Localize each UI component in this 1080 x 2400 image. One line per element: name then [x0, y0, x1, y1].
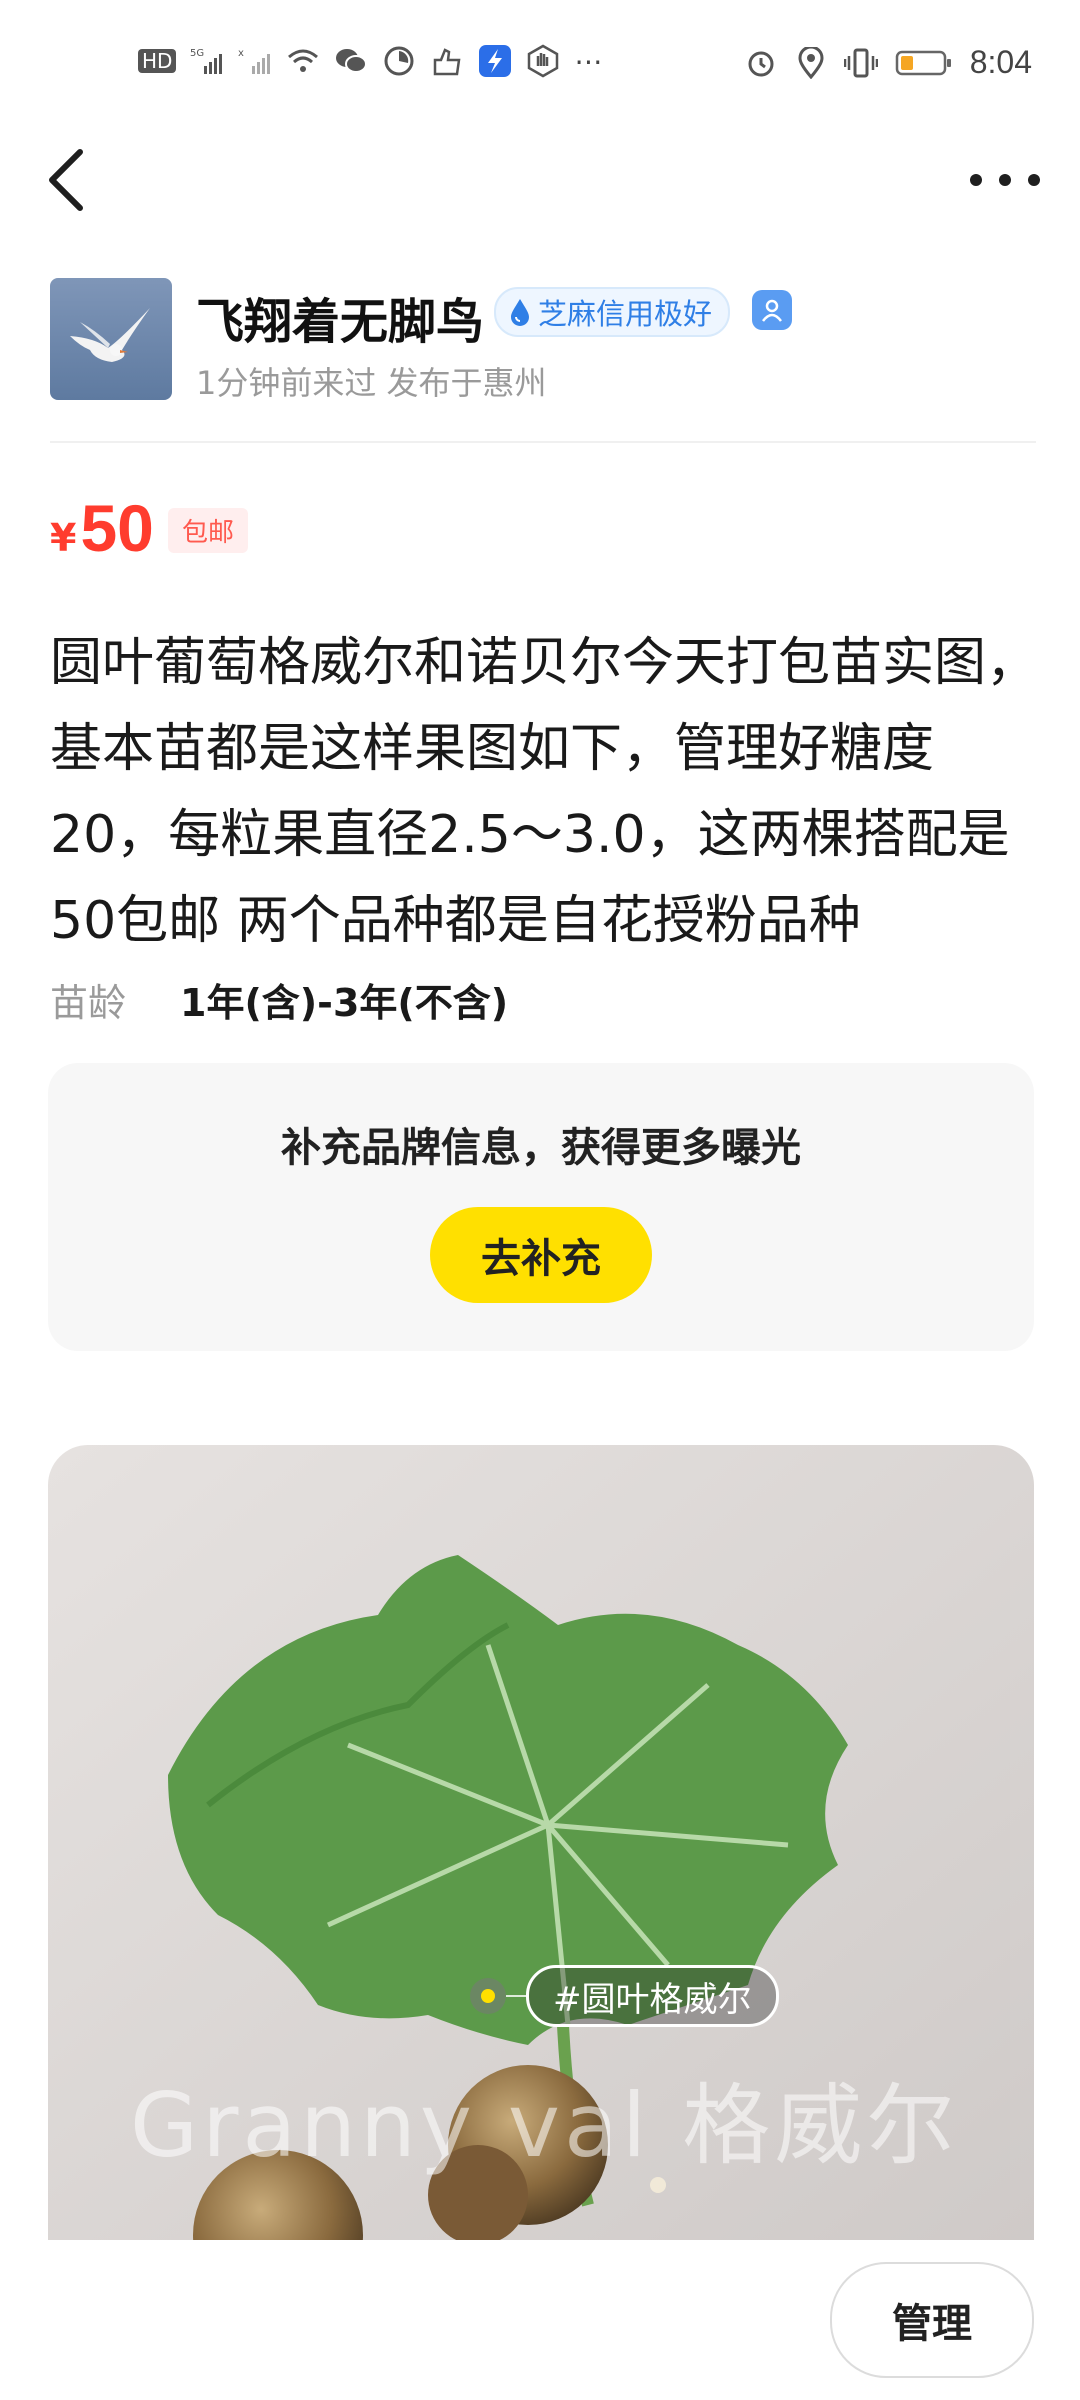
bottom-bar: 管理: [0, 2240, 1080, 2400]
supplement-button[interactable]: 去补充: [430, 1207, 652, 1303]
hd-icon: HD: [138, 49, 177, 73]
droplet-icon: [511, 299, 529, 326]
credit-badge-label: 芝麻信用极好: [538, 297, 713, 331]
attribute-value: 1年(含)-3年(不含): [180, 981, 509, 1025]
item-description: 圆叶葡萄格威尔和诺贝尔今天打包苗实图，基本苗都是这样果图如下，管理好糖度20，每…: [50, 633, 1039, 951]
price-currency: ¥: [50, 516, 77, 560]
photo-watermark: Granny val 格威尔: [130, 2074, 959, 2177]
dot: [1028, 174, 1040, 186]
seller-meta: 1分钟前来过 发布于惠州: [196, 364, 547, 402]
alarm-icon: [744, 46, 778, 80]
hand-app-icon: [430, 44, 464, 78]
tag-dot-icon: [470, 1978, 506, 2014]
brand-card: 补充品牌信息，获得更多曝光 去补充: [48, 1063, 1034, 1351]
chevron-left-icon: [49, 149, 83, 211]
divider: [50, 441, 1036, 443]
svg-text:5G: 5G: [190, 48, 204, 59]
tag-label[interactable]: #圆叶格威尔: [526, 1965, 779, 2027]
wifi-icon: [286, 44, 320, 78]
status-bar: HD 5G x ⋯ 8:04: [0, 0, 1080, 130]
more-dots-icon: ⋯: [574, 44, 603, 78]
tag-connector: [506, 1995, 526, 1997]
credit-badge[interactable]: 芝麻信用极好: [494, 287, 731, 337]
clock-app-icon: [382, 44, 416, 78]
dot: [970, 174, 982, 186]
signal-x-icon: x: [238, 44, 272, 78]
back-button[interactable]: [40, 144, 100, 216]
price-amount: 50: [80, 491, 154, 565]
dot: [999, 174, 1011, 186]
vibrate-icon: [843, 46, 878, 80]
manage-button[interactable]: 管理: [830, 2262, 1034, 2378]
battery-icon: [894, 46, 954, 80]
wechat-icon: [334, 44, 368, 78]
palm-icon: [526, 44, 560, 78]
attribute-label: 苗龄: [50, 981, 127, 1025]
seller-name[interactable]: 飞翔着无脚鸟: [196, 282, 484, 352]
avatar[interactable]: [50, 278, 172, 400]
verified-icon[interactable]: [752, 290, 792, 330]
brand-card-text: 补充品牌信息，获得更多曝光: [281, 1125, 801, 1171]
location-icon: [794, 46, 828, 80]
shipping-badge: 包邮: [168, 508, 249, 553]
photo-tag[interactable]: #圆叶格威尔: [470, 1965, 779, 2027]
price: ¥ 50: [50, 490, 154, 566]
signal-icon: 5G: [190, 44, 224, 78]
status-time: 8:04: [969, 44, 1032, 80]
svg-text:x: x: [238, 48, 244, 59]
status-right-icons: 8:04: [744, 44, 1032, 81]
status-left-icons: HD 5G x ⋯: [138, 44, 602, 78]
app-icon: [478, 44, 512, 78]
nav-bar: [0, 130, 1080, 230]
more-button[interactable]: [970, 150, 1040, 210]
